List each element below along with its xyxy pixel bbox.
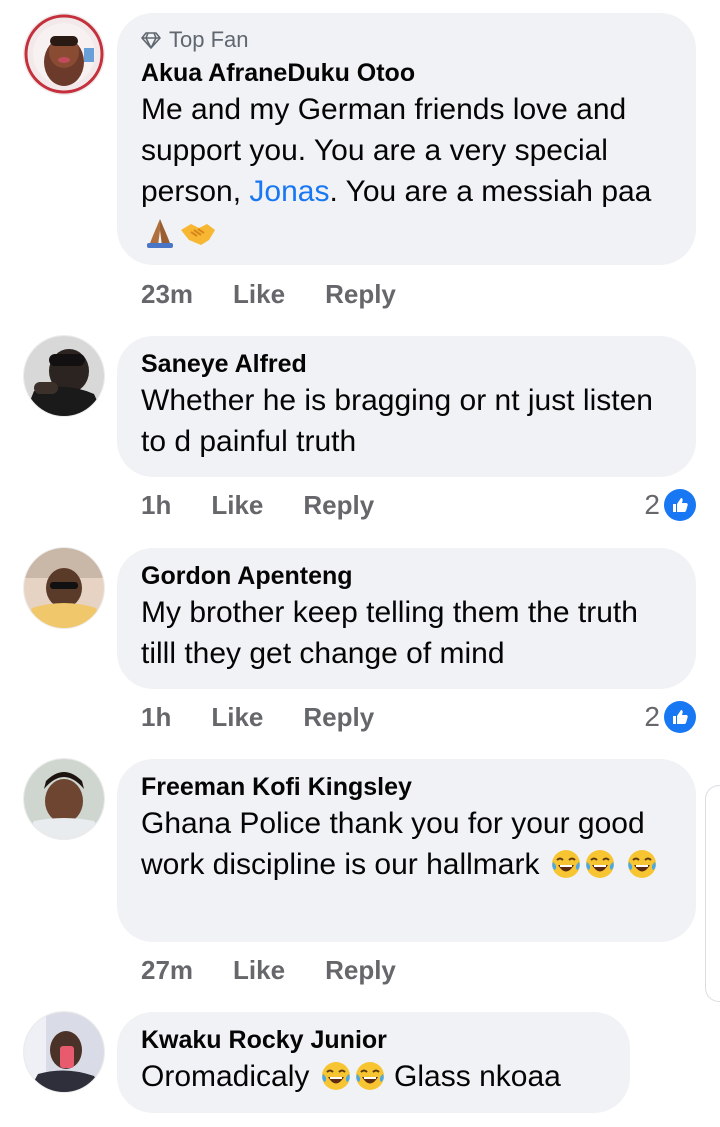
comment-text: Whether he is bragging or nt just listen… xyxy=(141,384,653,458)
like-button[interactable]: Like xyxy=(211,702,263,733)
reply-button[interactable]: Reply xyxy=(325,279,396,310)
laughing-tears-emoji xyxy=(584,848,616,891)
profile-photo xyxy=(24,1012,104,1092)
avatar[interactable] xyxy=(24,759,104,839)
comment-actions: 27m Like Reply xyxy=(141,952,396,988)
like-button[interactable]: Like xyxy=(233,279,285,310)
comment-text: Ghana Police thank you for your good wor… xyxy=(141,803,672,891)
timestamp[interactable]: 27m xyxy=(141,955,193,986)
folded-hands-emoji xyxy=(143,216,177,259)
timestamp[interactable]: 1h xyxy=(141,490,171,521)
comment-actions: 1h Like Reply xyxy=(141,699,374,735)
reply-button[interactable]: Reply xyxy=(303,702,374,733)
comment-text: My brother keep telling them the truth t… xyxy=(141,596,638,670)
laughing-tears-emoji xyxy=(626,848,658,891)
laughing-tears-emoji xyxy=(320,1060,352,1103)
comment-actions: 1h Like Reply xyxy=(141,487,374,523)
author-name[interactable]: Saneye Alfred xyxy=(141,348,672,380)
comment-bubble: Saneye Alfred Whether he is bragging or … xyxy=(117,336,696,477)
comment-bubble: Freeman Kofi Kingsley Ghana Police thank… xyxy=(117,759,696,942)
mention-link[interactable]: Jonas xyxy=(249,175,329,208)
laughing-tears-emoji xyxy=(550,848,582,891)
reaction-summary[interactable]: 2 xyxy=(644,485,696,525)
like-reaction-icon xyxy=(664,489,696,521)
like-button[interactable]: Like xyxy=(233,955,285,986)
badge-label: Top Fan xyxy=(169,27,249,52)
avatar[interactable] xyxy=(24,14,104,94)
profile-photo xyxy=(24,548,104,628)
laughing-tears-emoji xyxy=(354,1060,386,1103)
profile-photo xyxy=(24,14,104,94)
author-name[interactable]: Gordon Apenteng xyxy=(141,560,672,592)
comment-actions: 23m Like Reply xyxy=(141,276,396,312)
reply-button[interactable]: Reply xyxy=(325,955,396,986)
comment-text-part: Glass nkoaa xyxy=(385,1060,561,1093)
author-name[interactable]: Akua AfraneDuku Otoo xyxy=(141,57,672,89)
diamond-icon xyxy=(141,32,161,49)
comment-text: Oromadicaly Glass nkoaa xyxy=(141,1056,606,1103)
avatar[interactable] xyxy=(24,548,104,628)
comment-bubble: Top Fan Akua AfraneDuku Otoo Me and my G… xyxy=(117,13,696,265)
profile-photo xyxy=(24,336,104,416)
handshake-emoji xyxy=(179,218,217,259)
author-name[interactable]: Kwaku Rocky Junior xyxy=(141,1024,606,1056)
avatar[interactable] xyxy=(24,336,104,416)
like-button[interactable]: Like xyxy=(211,490,263,521)
top-fan-badge: Top Fan xyxy=(141,25,672,55)
timestamp[interactable]: 23m xyxy=(141,279,193,310)
timestamp[interactable]: 1h xyxy=(141,702,171,733)
author-name[interactable]: Freeman Kofi Kingsley xyxy=(141,771,672,803)
avatar[interactable] xyxy=(24,1012,104,1092)
reaction-count: 2 xyxy=(644,701,660,732)
reaction-summary[interactable]: 2 xyxy=(644,697,696,737)
comment-text-part: . You are a messiah paa xyxy=(329,175,652,208)
reaction-count: 2 xyxy=(644,489,660,520)
comment-bubble: Gordon Apenteng My brother keep telling … xyxy=(117,548,696,689)
comment-text: Me and my German friends love and suppor… xyxy=(141,89,672,259)
comment-bubble: Kwaku Rocky Junior Oromadicaly Glass nko… xyxy=(117,1012,630,1113)
profile-photo xyxy=(24,759,104,839)
scroll-handle[interactable] xyxy=(705,785,720,1002)
comment-text-part: Oromadicaly xyxy=(141,1060,318,1093)
like-reaction-icon xyxy=(664,701,696,733)
reply-button[interactable]: Reply xyxy=(303,490,374,521)
